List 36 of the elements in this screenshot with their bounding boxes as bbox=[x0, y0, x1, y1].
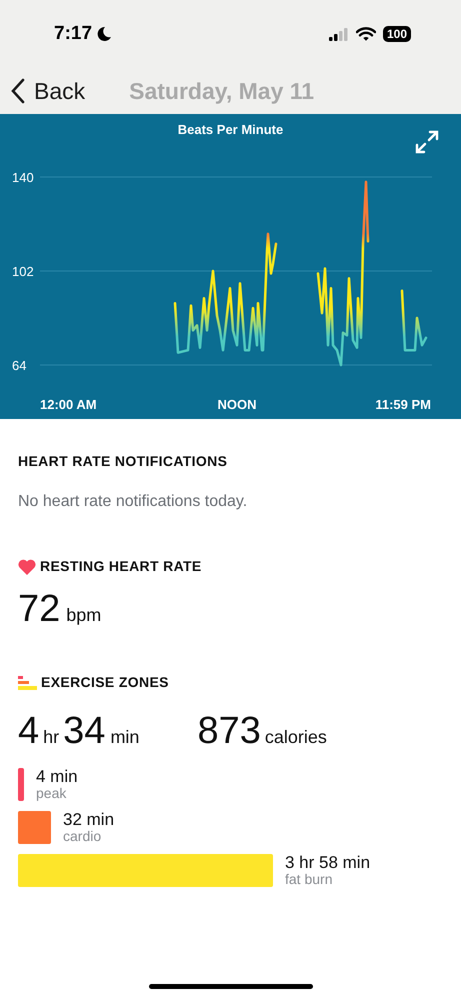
zone-name: cardio bbox=[63, 828, 102, 844]
unit-label: hr bbox=[43, 726, 60, 749]
resting-heart-rate-value: 72 bbox=[18, 587, 60, 632]
minutes-value: 34 bbox=[63, 709, 106, 754]
unit-label: calories bbox=[264, 726, 327, 749]
zone-duration: 3 hr 58 min bbox=[285, 854, 370, 870]
signal-icon bbox=[328, 28, 349, 40]
heart-icon bbox=[18, 558, 36, 574]
section-heading: EXERCISE ZONES bbox=[41, 673, 169, 692]
page-title: Saturday, May 11 bbox=[129, 76, 314, 106]
hours-value: 4 bbox=[18, 709, 40, 754]
x-axis-label: 11:59 PM bbox=[375, 397, 431, 412]
x-axis-label: NOON bbox=[218, 397, 256, 412]
notification-message: No heart rate notifications today. bbox=[18, 492, 248, 512]
expand-icon[interactable] bbox=[415, 130, 439, 154]
zone-name: peak bbox=[36, 784, 68, 802]
zone-name: fat burn bbox=[285, 870, 334, 888]
y-axis-label: 140 bbox=[12, 170, 34, 185]
moon-icon bbox=[96, 26, 112, 42]
x-axis-label: 12:00 AM bbox=[40, 397, 97, 412]
wifi-icon bbox=[356, 27, 376, 41]
unit-label: bpm bbox=[66, 604, 102, 627]
back-button[interactable]: Back bbox=[10, 74, 86, 108]
chevron-left-icon bbox=[10, 78, 26, 104]
chart-title: Beats Per Minute bbox=[178, 122, 284, 137]
status-time: 7:17 bbox=[54, 22, 92, 46]
unit-label: min bbox=[110, 726, 140, 749]
section-heading: RESTING HEART RATE bbox=[40, 557, 202, 576]
zone-duration: 32 min bbox=[63, 810, 114, 828]
calories-value: 873 bbox=[197, 709, 261, 754]
section-heading: HEART RATE NOTIFICATIONS bbox=[18, 452, 228, 471]
battery-indicator: 100 bbox=[382, 26, 411, 42]
zone-bars-icon bbox=[18, 676, 37, 690]
y-axis-label: 102 bbox=[12, 264, 34, 279]
zone-duration: 4 min bbox=[36, 768, 78, 784]
y-axis-label: 64 bbox=[12, 358, 26, 373]
